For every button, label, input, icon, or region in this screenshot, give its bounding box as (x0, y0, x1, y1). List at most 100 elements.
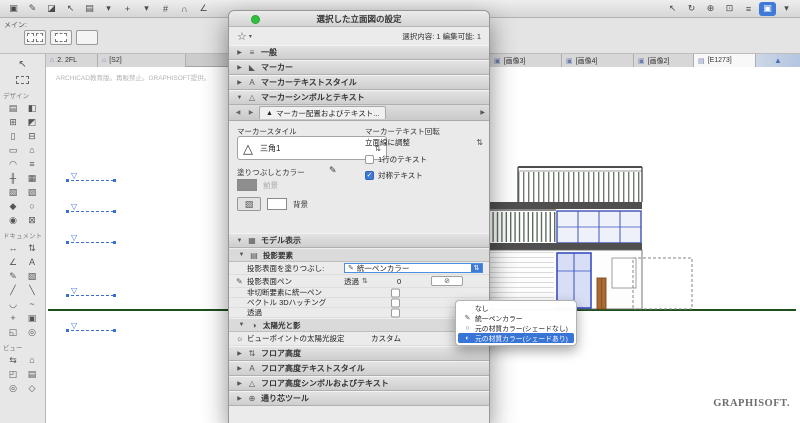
options-icon[interactable]: ▣ (5, 2, 22, 16)
marquee-tool-icon[interactable] (6, 72, 40, 87)
beam-icon[interactable]: ⊟ (23, 129, 42, 143)
object-icon[interactable]: ○ (23, 199, 42, 213)
sun-settings-value[interactable]: カスタム (371, 333, 401, 344)
element-default-icon[interactable]: ▤ (81, 2, 98, 16)
spline-icon[interactable]: ~ (23, 297, 42, 311)
menu-item-uniform-pen-color[interactable]: ✎ 統一ペンカラー (458, 313, 574, 323)
polyline-icon[interactable]: ╲ (23, 283, 42, 297)
elevation-icon[interactable]: ⌂ (23, 353, 42, 367)
caret-a-icon[interactable]: ▾ (100, 2, 117, 16)
projection-fill-select[interactable]: ✎ 統一ペンカラー ⇅ (344, 263, 483, 273)
elevation-drawing[interactable] (460, 150, 710, 320)
fit-view-icon[interactable]: ⊡ (721, 2, 738, 16)
tab-image3[interactable]: ▣ [画像3] (490, 54, 562, 67)
checkbox-unchecked[interactable] (391, 308, 400, 317)
snap-magnet-icon[interactable]: ∩ (176, 2, 193, 16)
figure-icon[interactable]: ▣ (23, 311, 42, 325)
next-tab-icon[interactable]: ▶ (246, 109, 256, 116)
subsection-sun-shadow[interactable]: ▼ ◑ 太陽光と影 (229, 318, 489, 332)
label-icon[interactable]: ✎ (4, 269, 23, 283)
level-marker[interactable]: ▽ (66, 321, 116, 340)
background-swatch[interactable] (267, 198, 287, 210)
section-floor-text-style[interactable]: ▶ A フロア高度テキストスタイル (229, 361, 489, 376)
lamp-icon[interactable]: ◉ (4, 213, 23, 227)
prev-tab-icon[interactable]: ◀ (233, 109, 243, 116)
guide-line-icon[interactable]: ∠ (195, 2, 212, 16)
fill-icon[interactable]: ▧ (23, 269, 42, 283)
tracker-icon[interactable]: + (119, 2, 136, 16)
menu-item-none[interactable]: なし (458, 303, 574, 313)
layout-preset-2[interactable] (50, 30, 72, 45)
drawing-icon[interactable]: ◱ (4, 325, 23, 339)
tab-image4[interactable]: ▣ [画像4] (562, 54, 634, 67)
section-grid-tool[interactable]: ▶ ⊕ 通り芯ツール (229, 391, 489, 406)
caret-b-icon[interactable]: ▾ (138, 2, 155, 16)
level-marker[interactable]: ▽ (66, 171, 116, 190)
section-model-display[interactable]: ▼ ▦ モデル表示 (229, 233, 489, 248)
detail-icon[interactable]: ◎ (4, 381, 23, 395)
checkbox-unchecked[interactable] (391, 288, 400, 297)
checkbox-unchecked[interactable] (365, 155, 374, 164)
slab-icon[interactable]: ▭ (4, 143, 23, 157)
level-dimension-icon[interactable]: ⇅ (23, 241, 42, 255)
text-icon[interactable]: A (23, 255, 42, 269)
curtain-wall-icon[interactable]: ▦ (23, 171, 42, 185)
zone-icon[interactable]: ▧ (4, 185, 23, 199)
level-marker[interactable]: ▽ (66, 286, 116, 305)
section-floor-height[interactable]: ▶ ⇅ フロア高度 (229, 346, 489, 361)
layout-preset-3[interactable] (76, 30, 98, 45)
level-marker[interactable]: ▽ (66, 233, 116, 252)
shell-icon[interactable]: ◠ (4, 157, 23, 171)
more-icon[interactable]: ▾ (778, 2, 795, 16)
zoom-icon[interactable]: ⊕ (702, 2, 719, 16)
camera-icon[interactable]: ◎ (23, 325, 42, 339)
null-pen-button[interactable]: ⊘ (431, 276, 463, 286)
mesh-icon[interactable]: ▨ (23, 185, 42, 199)
dialog-titlebar[interactable]: 選択した立面図の設定 (229, 11, 489, 27)
select-arrow-icon[interactable]: ↖ (62, 2, 79, 16)
wall-icon[interactable]: ▤ (4, 101, 23, 115)
hotspot-icon[interactable]: + (4, 311, 23, 325)
close-button[interactable] (251, 15, 260, 24)
checkbox-unchecked[interactable] (391, 298, 400, 307)
angle-dimension-icon[interactable]: ∠ (4, 255, 23, 269)
railing-icon[interactable]: ╫ (4, 171, 23, 185)
layers-icon[interactable]: ≡ (740, 2, 757, 16)
skylight-icon[interactable]: ◩ (23, 115, 42, 129)
section-general[interactable]: ▶ ≡ 一般 (229, 45, 489, 60)
section-marker-symbol-text[interactable]: ▼ △ マーカーシンボルとテキスト (229, 90, 489, 105)
tab-s2[interactable]: ⌂ [S2] (98, 54, 186, 67)
3d-document-icon[interactable]: ◇ (23, 381, 42, 395)
tab-overflow-area[interactable]: ▲ (756, 54, 800, 67)
door-icon[interactable]: ◧ (23, 101, 42, 115)
grid-snap-icon[interactable]: # (157, 2, 174, 16)
favorites-caret-icon[interactable]: ▾ (249, 33, 252, 40)
arrow-tool-icon[interactable]: ↖ (6, 57, 40, 72)
render-icon[interactable]: ▣ (759, 1, 776, 16)
single-line-text-option[interactable]: 1行のテキスト (365, 154, 427, 165)
stair-icon[interactable]: ≡ (23, 157, 42, 171)
layout-preset-1[interactable] (24, 30, 46, 45)
foreground-swatch[interactable] (237, 179, 257, 191)
dimension-icon[interactable]: ↔ (4, 241, 23, 255)
eraser-icon[interactable]: ◪ (43, 2, 60, 16)
text-rotation-select[interactable]: 立面線に調整 ⇅ (365, 136, 483, 149)
interior-elevation-icon[interactable]: ◰ (4, 367, 23, 381)
arc-icon[interactable]: ◡ (4, 297, 23, 311)
more-tabs-icon[interactable]: ▶ (480, 109, 485, 116)
roof-icon[interactable]: ⌂ (23, 143, 42, 157)
menu-item-material-no-shade[interactable]: ○ 元の材質カラー(シェードなし) (458, 323, 574, 334)
worksheet-icon[interactable]: ▤ (23, 367, 42, 381)
morph-icon[interactable]: ◆ (4, 199, 23, 213)
column-icon[interactable]: ▯ (4, 129, 23, 143)
section-floor-symbol-text[interactable]: ▶ △ フロア高度シンボルおよびテキスト (229, 376, 489, 391)
symmetric-text-option[interactable]: ✓ 対称テキスト (365, 170, 423, 181)
tab-marker-placement[interactable]: ▲ マーカー配置およびテキスト... (259, 106, 387, 119)
level-marker[interactable]: ▽ (66, 202, 116, 221)
favorites-star-icon[interactable]: ☆ (237, 30, 247, 43)
opening-icon[interactable]: ⊠ (23, 213, 42, 227)
checkbox-checked[interactable]: ✓ (365, 171, 374, 180)
tab-e1273[interactable]: ▤ [E1273] (694, 54, 756, 67)
orbit-icon[interactable]: ↻ (683, 2, 700, 16)
section-icon[interactable]: ⇆ (4, 353, 23, 367)
